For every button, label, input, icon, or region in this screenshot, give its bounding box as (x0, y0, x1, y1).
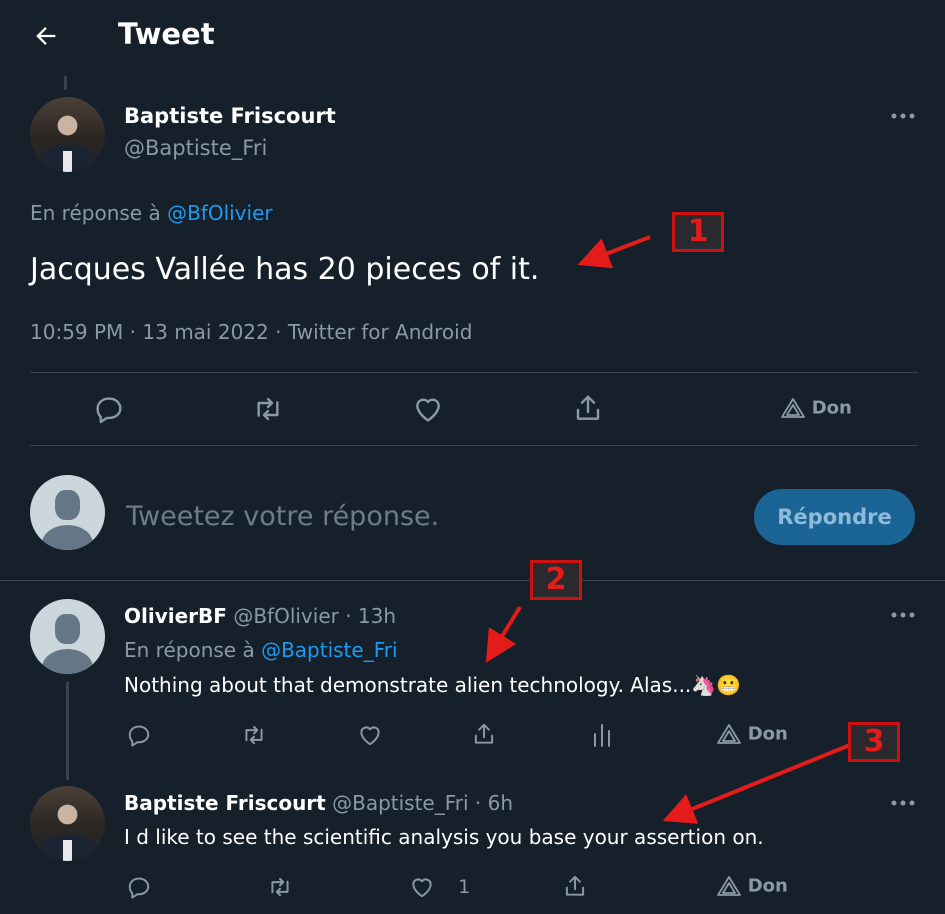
annotation-arrow-3 (662, 743, 851, 824)
tip-button[interactable]: Don (780, 397, 852, 419)
tip-icon (716, 723, 742, 745)
composer-avatar (30, 475, 105, 550)
reply-context: En réponse à @BfOlivier (30, 201, 273, 225)
more-options-icon[interactable] (890, 106, 916, 126)
author-handle[interactable]: @Baptiste_Fri (124, 136, 267, 160)
reply-input[interactable]: Tweetez votre réponse. (126, 501, 439, 532)
author-handle[interactable]: @Baptiste_Fri (332, 791, 468, 815)
share-icon[interactable] (471, 720, 497, 748)
like-icon (409, 874, 435, 900)
more-options-icon[interactable] (890, 605, 916, 625)
tip-icon (716, 875, 742, 897)
retweet-icon[interactable] (251, 393, 285, 425)
retweet-icon[interactable] (240, 722, 268, 748)
tip-label: Don (811, 397, 852, 419)
tweet-meta: 10:59 PM · 13 mai 2022 · Twitter for And… (30, 320, 473, 344)
tip-label: Don (747, 875, 788, 897)
tip-button[interactable]: Don (716, 875, 788, 897)
reply-icon[interactable] (126, 874, 152, 900)
author-name[interactable]: Baptiste Friscourt (124, 104, 336, 128)
timestamp[interactable]: · 13h (345, 604, 396, 628)
share-icon[interactable] (562, 872, 588, 900)
author-handle[interactable]: @BfOlivier (233, 604, 339, 628)
analytics-icon[interactable] (590, 722, 614, 748)
page-title: Tweet (118, 17, 215, 51)
reply-icon[interactable] (126, 722, 152, 748)
more-options-icon[interactable] (890, 793, 916, 813)
annotation-label-1: 1 (672, 212, 724, 252)
divider (30, 372, 918, 373)
like-icon[interactable] (412, 393, 444, 425)
author-name[interactable]: Baptiste Friscourt (124, 791, 326, 815)
retweet-icon[interactable] (266, 874, 294, 900)
annotation-label-2: 2 (530, 560, 582, 600)
reply-icon[interactable] (93, 393, 125, 425)
reply-prefix: En réponse à (30, 201, 161, 225)
tip-label: Don (747, 723, 788, 745)
avatar[interactable] (30, 97, 105, 172)
annotation-label-3: 3 (848, 722, 900, 762)
back-arrow-icon[interactable] (32, 22, 60, 50)
divider (0, 580, 945, 581)
timestamp[interactable]: · 6h (475, 791, 513, 815)
annotation-arrow-1 (577, 235, 651, 269)
reply-context: En réponse à @Baptiste_Fri (124, 638, 398, 662)
tweet-text: Jacques Vallée has 20 pieces of it. (30, 252, 540, 287)
tweet-text: Nothing about that demonstrate alien tec… (124, 673, 741, 697)
annotation-arrow-2 (485, 605, 522, 663)
tip-button[interactable]: Don (716, 723, 788, 745)
tip-icon (780, 397, 806, 419)
like-count: 1 (458, 876, 471, 898)
reply-to-link[interactable]: @BfOlivier (167, 201, 273, 225)
avatar[interactable] (30, 786, 105, 861)
share-icon[interactable] (572, 391, 604, 425)
tweet-text-body: Nothing about that demonstrate alien tec… (124, 673, 692, 697)
reply-header: Baptiste Friscourt @Baptiste_Fri · 6h (124, 791, 513, 815)
tweet-text: I d like to see the scientific analysis … (124, 825, 764, 849)
author-name[interactable]: OlivierBF (124, 604, 227, 628)
thread-line (64, 76, 67, 90)
avatar[interactable] (30, 599, 105, 674)
divider (30, 445, 918, 446)
reply-button[interactable]: Répondre (754, 489, 915, 545)
reply-prefix: En réponse à (124, 638, 255, 662)
like-button[interactable]: 1 (409, 874, 470, 900)
emoji: 🦄😬 (691, 673, 742, 697)
thread-line (66, 682, 69, 780)
like-icon[interactable] (357, 722, 383, 748)
reply-to-link[interactable]: @Baptiste_Fri (261, 638, 397, 662)
reply-header: OlivierBF @BfOlivier · 13h (124, 604, 396, 628)
